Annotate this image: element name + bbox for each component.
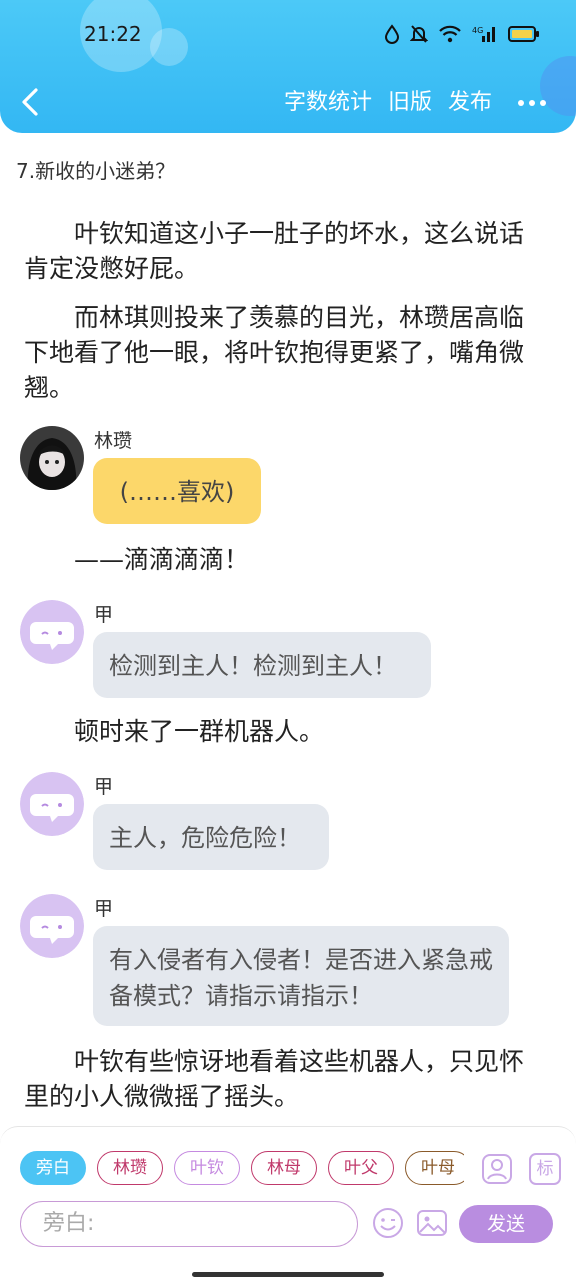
character-manage-icon[interactable] — [481, 1153, 513, 1185]
signal-icon: 4G — [472, 26, 495, 42]
more-options-icon[interactable] — [518, 100, 546, 106]
data-saver-icon — [384, 24, 400, 44]
chat-bubble: 有入侵者有入侵者！是否进入紧急戒备模式？请指示请指示！ — [93, 926, 509, 1026]
image-icon[interactable] — [416, 1207, 448, 1239]
chip-narrator[interactable]: 旁白 — [20, 1151, 86, 1185]
chip-character[interactable]: 叶父 — [328, 1151, 394, 1185]
emoji-icon[interactable] — [372, 1207, 404, 1239]
narration-paragraph[interactable]: 而林琪则投来了羡慕的目光，林瓒居高临下地看了他一眼，将叶钦抱得更紧了，嘴角微翘。 — [24, 300, 536, 405]
paragraph-text: 叶钦知道这小子一肚子的坏水，这么说话肯定没憋好屁。 — [24, 219, 525, 283]
paragraph-text: 而林琪则投来了羡慕的目光，林瓒居高临下地看了他一眼，将叶钦抱得更紧了，嘴角微翘。 — [24, 303, 525, 402]
wifi-icon — [439, 25, 461, 43]
chip-character[interactable]: 林母 — [251, 1151, 317, 1185]
publish-button[interactable]: 发布 — [448, 86, 492, 120]
mute-bell-icon — [410, 25, 428, 43]
chat-bubble: 检测到主人！检测到主人！ — [93, 632, 431, 698]
chapter-title[interactable]: 7.新收的小迷弟？ — [16, 155, 175, 184]
character-chip-list: 旁白 林瓒 叶钦 林母 叶父 叶母 — [20, 1151, 464, 1187]
paragraph-text: 顿时来了一群机器人。 — [74, 717, 325, 746]
robot-avatar — [20, 600, 84, 664]
paragraph-text: ——滴滴滴滴！ — [74, 545, 250, 574]
back-arrow-icon[interactable] — [14, 84, 50, 120]
chip-character[interactable]: 叶母 — [405, 1151, 464, 1185]
app-header: 21:22 4G 字数统计 旧版 发布 — [0, 0, 576, 133]
decor-bubble — [150, 28, 188, 66]
svg-text:4G: 4G — [472, 26, 483, 35]
narration-paragraph[interactable]: 叶钦有些惊讶地看着这些机器人，只见怀里的小人微微摇了摇头。 — [24, 1044, 536, 1114]
speaker-name: 甲 — [94, 776, 114, 798]
robot-avatar — [20, 772, 84, 836]
status-time: 21:22 — [84, 22, 142, 46]
narration-paragraph[interactable]: ——滴滴滴滴！ — [24, 542, 536, 577]
word-count-button[interactable]: 字数统计 — [284, 86, 372, 120]
character-avatar — [20, 426, 84, 490]
editor-toolbar: 旁白 林瓒 叶钦 林母 叶父 叶母 标 旁白: 发送 — [0, 1126, 576, 1281]
dialogue-message[interactable]: 甲 检测到主人！检测到主人！ — [20, 600, 540, 700]
message-input[interactable]: 旁白: — [20, 1201, 358, 1247]
paragraph-text: 叶钦有些惊讶地看着这些机器人，只见怀里的小人微微摇了摇头。 — [24, 1047, 525, 1111]
dialogue-message[interactable]: 林瓒 (……喜欢) — [20, 426, 540, 526]
chat-bubble: (……喜欢) — [93, 458, 261, 524]
old-version-button[interactable]: 旧版 — [388, 86, 432, 120]
dialogue-message[interactable]: 甲 有入侵者有入侵者！是否进入紧急戒备模式？请指示请指示！ — [20, 894, 540, 1034]
chat-bubble: 主人，危险危险！ — [93, 804, 329, 870]
narration-paragraph[interactable]: 叶钦知道这小子一肚子的坏水，这么说话肯定没憋好屁。 — [24, 216, 536, 286]
chip-character[interactable]: 林瓒 — [97, 1151, 163, 1185]
send-button[interactable]: 发送 — [459, 1205, 553, 1243]
speaker-name: 林瓒 — [94, 430, 133, 452]
home-indicator[interactable] — [192, 1272, 384, 1277]
speaker-name: 甲 — [94, 604, 114, 626]
chip-character[interactable]: 叶钦 — [174, 1151, 240, 1185]
battery-icon — [508, 26, 539, 42]
robot-avatar — [20, 894, 84, 958]
tag-button[interactable]: 标 — [529, 1153, 561, 1185]
status-icons: 4G — [384, 24, 540, 44]
dialogue-message[interactable]: 甲 主人，危险危险！ — [20, 772, 540, 872]
narration-paragraph[interactable]: 顿时来了一群机器人。 — [24, 714, 536, 749]
header-actions: 字数统计 旧版 发布 — [284, 86, 546, 120]
speaker-name: 甲 — [94, 898, 114, 920]
